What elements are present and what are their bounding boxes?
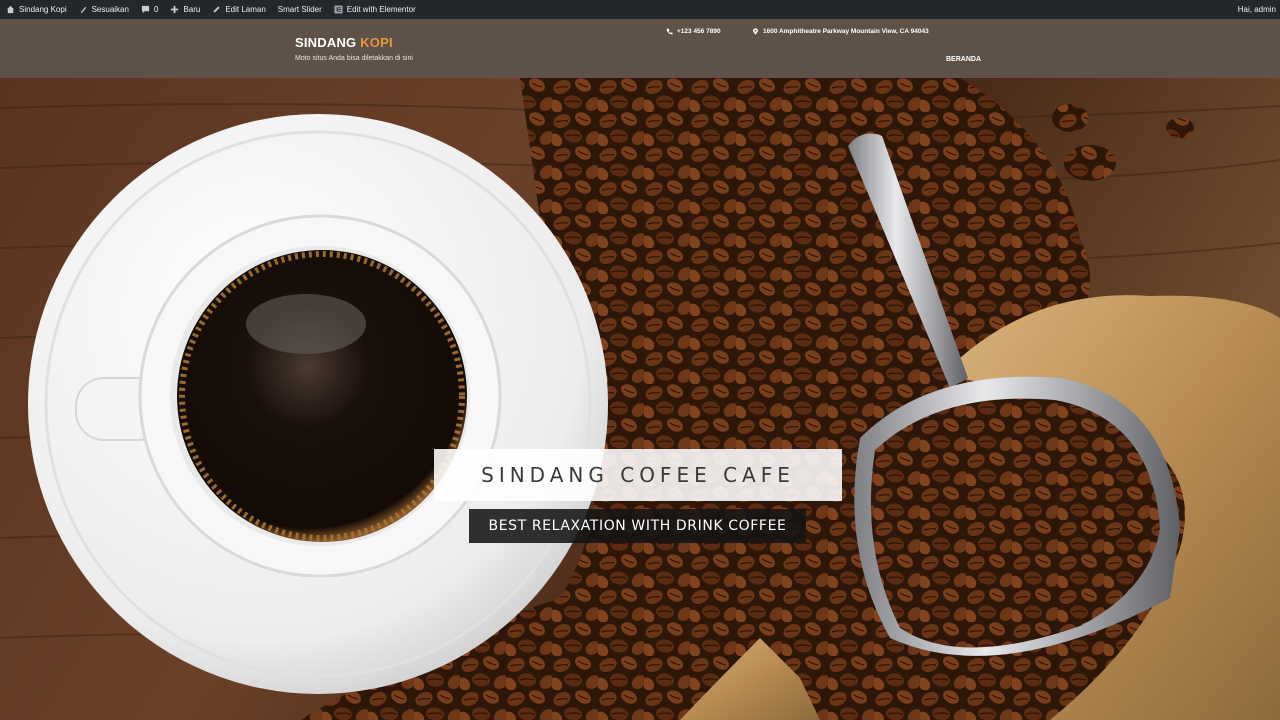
- admin-account-link[interactable]: Hai, admin: [1238, 0, 1280, 19]
- admin-edit-page-label: Edit Laman: [225, 5, 266, 14]
- admin-comments-link[interactable]: 0: [135, 0, 164, 19]
- phone-icon: [666, 28, 673, 35]
- pencil-icon: [214, 6, 220, 13]
- header-phone: +123 456 7890: [666, 28, 721, 35]
- site-logo[interactable]: SINDANG KOPI: [295, 35, 393, 50]
- comment-icon: [141, 5, 150, 14]
- admin-bar: Sindang Kopi Sesuaikan 0 Baru Edit Laman…: [0, 0, 1280, 19]
- brand-accent: KOPI: [360, 35, 393, 50]
- admin-customize-link[interactable]: Sesuaikan: [73, 0, 135, 19]
- elementor-icon: [334, 5, 343, 14]
- admin-greeting: Hai, admin: [1237, 5, 1276, 14]
- hero-background-image: [0, 78, 1280, 720]
- site-tagline: Moto situs Anda bisa diletakkan di sini: [295, 55, 413, 62]
- brush-icon: [80, 6, 86, 14]
- home-icon: [6, 5, 15, 14]
- admin-elementor-label: Edit with Elementor: [346, 5, 416, 14]
- admin-new-link[interactable]: Baru: [164, 0, 206, 19]
- admin-site-name: Sindang Kopi: [19, 5, 67, 14]
- admin-elementor-link[interactable]: Edit with Elementor: [328, 0, 422, 19]
- header-address: 1600 Amphitheatre Parkway Mountain View,…: [752, 28, 929, 35]
- admin-site-link[interactable]: Sindang Kopi: [0, 0, 73, 19]
- admin-edit-page-link[interactable]: Edit Laman: [206, 0, 271, 19]
- hero-slider: SINDANG COFEE CAFE BEST RELAXATION WITH …: [0, 78, 1280, 720]
- admin-smart-slider-link[interactable]: Smart Slider: [272, 0, 328, 19]
- header-address-text: 1600 Amphitheatre Parkway Mountain View,…: [763, 28, 929, 35]
- admin-smart-slider-label: Smart Slider: [277, 5, 322, 14]
- nav-item-home[interactable]: BERANDA: [946, 56, 981, 63]
- hero-title: SINDANG COFEE CAFE: [434, 449, 842, 501]
- admin-new-label: Baru: [183, 5, 201, 14]
- site-header: SINDANG KOPI Moto situs Anda bisa dileta…: [0, 19, 1280, 78]
- hero-subtitle: BEST RELAXATION WITH DRINK COFFEE: [469, 509, 806, 543]
- brand-main: SINDANG: [295, 35, 361, 50]
- plus-icon: [171, 5, 179, 14]
- admin-comments-count: 0: [153, 5, 159, 14]
- admin-customize-label: Sesuaikan: [91, 5, 129, 14]
- location-pin-icon: [753, 28, 758, 35]
- header-phone-text: +123 456 7890: [677, 28, 721, 35]
